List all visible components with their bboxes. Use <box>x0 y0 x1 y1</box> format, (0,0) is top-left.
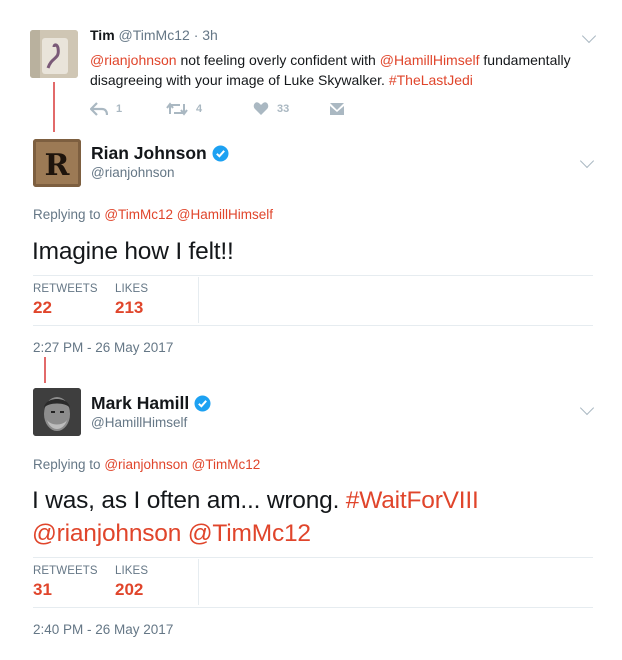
tweet-link[interactable]: @HamillHimself <box>380 52 480 68</box>
reply-icon <box>90 102 108 116</box>
tweet-text: I was, as I often am... wrong. #WaitForV… <box>32 484 602 550</box>
stats-separator <box>198 559 199 605</box>
like-count: 33 <box>277 102 290 115</box>
author-handle[interactable]: @TimMc12 <box>119 27 190 43</box>
avatar-tim-image <box>30 30 78 78</box>
stats-separator <box>198 277 199 323</box>
thread-connector <box>53 82 55 132</box>
tweet-time[interactable]: · 3h <box>194 27 218 43</box>
tweet-text: Imagine how I felt!! <box>32 238 234 265</box>
tweet-text-body: I was, as I often am... wrong. <box>32 487 346 514</box>
reply-mention-2[interactable]: @HamillHimself <box>177 207 273 222</box>
like-action[interactable]: 33 <box>253 101 289 116</box>
reply-mention-1[interactable]: @TimMc12 <box>104 207 173 222</box>
replying-to: Replying to @rianjohnson @TimMc12 <box>33 457 260 472</box>
tweet-link[interactable]: #TheLastJedi <box>389 72 473 88</box>
author-handle[interactable]: @HamillHimself <box>91 415 187 430</box>
chevron-down-icon[interactable] <box>581 28 597 44</box>
retweet-count: 4 <box>196 103 203 115</box>
stats-divider-bottom <box>33 325 593 326</box>
avatar-hamill-image <box>33 388 81 436</box>
verified-badge-icon <box>212 145 229 162</box>
avatar-tim[interactable] <box>30 30 78 78</box>
dm-action[interactable] <box>329 102 345 116</box>
tweet-text-segment: not feeling overly confident with <box>176 52 380 68</box>
reply-mention-2[interactable]: @TimMc12 <box>192 457 261 472</box>
author-name[interactable]: Rian Johnson <box>91 143 207 164</box>
avatar-hamill[interactable] <box>33 388 81 436</box>
verified-badge-icon <box>194 395 211 412</box>
stats-divider-top <box>33 557 593 558</box>
tweet-timestamp[interactable]: 2:40 PM - 26 May 2017 <box>33 622 173 637</box>
retweets-count[interactable]: 22 <box>33 298 52 318</box>
author-name[interactable]: Mark Hamill <box>91 393 189 414</box>
replying-to: Replying to @TimMc12 @HamillHimself <box>33 207 273 222</box>
retweet-icon <box>166 102 188 116</box>
tweet-timestamp[interactable]: 2:27 PM - 26 May 2017 <box>33 340 173 355</box>
chevron-down-icon[interactable] <box>579 153 595 169</box>
likes-label[interactable]: LIKES <box>115 565 148 577</box>
stats-divider-bottom <box>33 607 593 608</box>
tweet-text: @rianjohnson not feeling overly confiden… <box>90 50 590 90</box>
retweets-label[interactable]: RETWEETS <box>33 283 98 295</box>
avatar-letter: R <box>45 148 71 183</box>
reply-count: 1 <box>116 103 123 115</box>
dm-icon <box>330 103 344 115</box>
replying-to-label: Replying to <box>33 457 101 472</box>
reply-mention-1[interactable]: @rianjohnson <box>104 457 188 472</box>
heart-icon <box>253 102 269 115</box>
retweet-action[interactable]: 4 <box>166 102 202 116</box>
thread-connector <box>44 357 46 383</box>
likes-count[interactable]: 202 <box>115 580 143 600</box>
stats-divider-top <box>33 275 593 276</box>
reply-action[interactable]: 1 <box>90 102 122 116</box>
author-handle[interactable]: @rianjohnson <box>91 165 175 180</box>
retweets-count[interactable]: 31 <box>33 580 52 600</box>
mention-links[interactable]: @rianjohnson @TimMc12 <box>32 520 311 547</box>
tweet-link[interactable]: @rianjohnson <box>90 52 177 68</box>
retweets-label[interactable]: RETWEETS <box>33 565 98 577</box>
author-name[interactable]: Tim <box>90 27 115 43</box>
likes-label[interactable]: LIKES <box>115 283 148 295</box>
hashtag-link[interactable]: #WaitForVIII <box>346 487 479 514</box>
likes-count[interactable]: 213 <box>115 298 143 318</box>
replying-to-label: Replying to <box>33 207 101 222</box>
chevron-down-icon[interactable] <box>579 400 595 416</box>
avatar-rian[interactable]: R <box>33 139 81 187</box>
avatar-rian-image: R <box>33 139 81 187</box>
